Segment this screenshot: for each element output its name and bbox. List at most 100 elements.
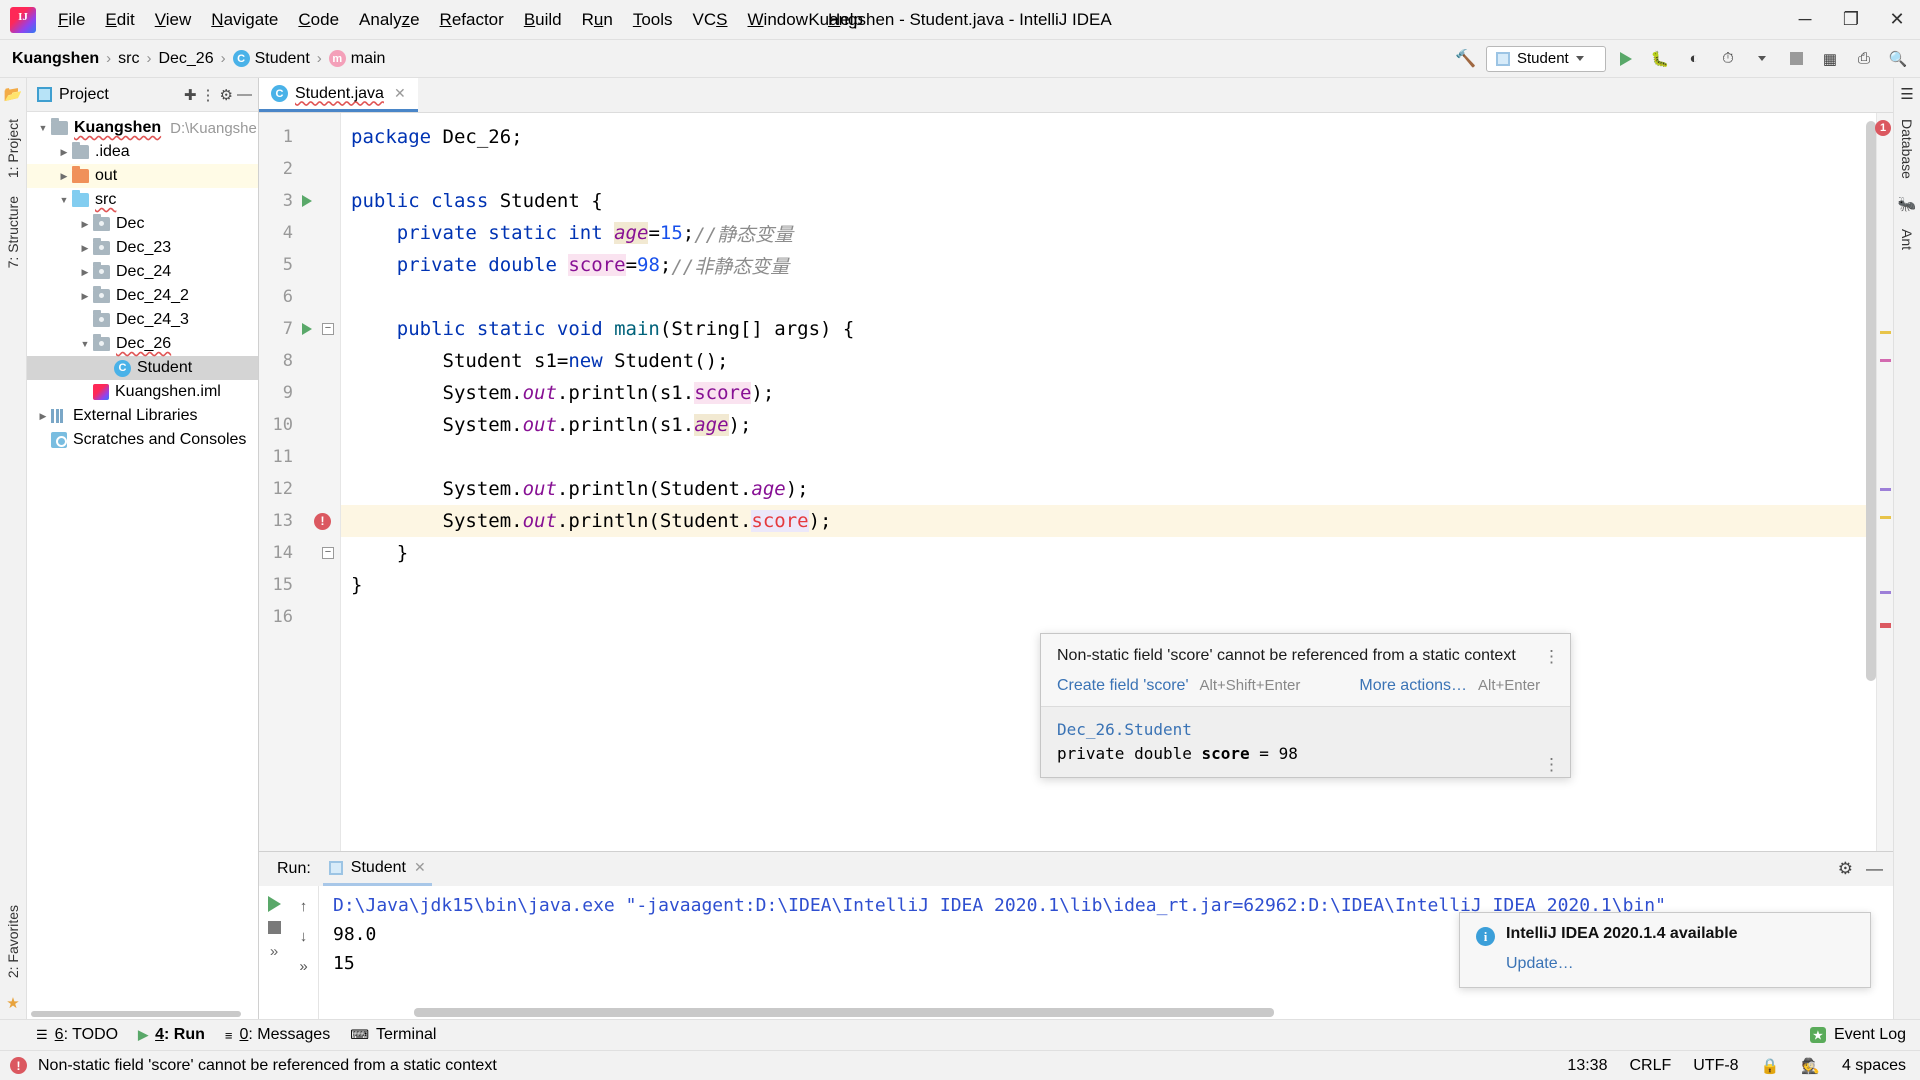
- code-line-16[interactable]: [341, 601, 1893, 633]
- gutter-line-14[interactable]: 14 −: [259, 537, 340, 569]
- collapse-all-icon[interactable]: ⋮: [201, 86, 216, 104]
- close-icon[interactable]: ✕: [414, 859, 426, 876]
- status-encoding[interactable]: UTF-8: [1693, 1057, 1738, 1075]
- tree-node-out[interactable]: ▶ out: [27, 164, 258, 188]
- tree-node-dec-24-2[interactable]: ▶ Dec_24_2: [27, 284, 258, 308]
- updates-icon[interactable]: ⎙: [1850, 45, 1878, 73]
- chevron-right-icon[interactable]: ▶: [77, 219, 93, 230]
- project-horizontal-scrollbar[interactable]: [27, 1008, 258, 1019]
- code-line-12[interactable]: System. out .println(Student. age);: [341, 473, 1893, 505]
- menu-refactor[interactable]: Refactor: [430, 5, 514, 35]
- tree-node-student[interactable]: C Student: [27, 356, 258, 380]
- gutter-line-3[interactable]: 3: [259, 185, 340, 217]
- tree-node-dec-24[interactable]: ▶ Dec_24: [27, 260, 258, 284]
- code-line-13[interactable]: System. out .println(Student. score);: [341, 505, 1893, 537]
- build-icon[interactable]: 🔨: [1452, 45, 1480, 73]
- tab-student-java[interactable]: C Student.java ✕: [259, 78, 418, 112]
- menu-build[interactable]: Build: [514, 5, 572, 35]
- menu-analyze[interactable]: Analyze: [349, 5, 430, 35]
- chevron-down-icon[interactable]: [1748, 45, 1776, 73]
- gutter-line-1[interactable]: 1: [259, 121, 340, 153]
- code-line-8[interactable]: Student s1= new Student();: [341, 345, 1893, 377]
- editor-gutter[interactable]: 1 2 3 4 5 6 7−8 9 10 11 12 13! 14−15 16: [259, 113, 341, 851]
- update-link[interactable]: Update…: [1506, 955, 1854, 973]
- code-line-11[interactable]: [341, 441, 1893, 473]
- sidebar-item-ant[interactable]: Ant: [1895, 220, 1919, 259]
- tree-node-src[interactable]: ▼ src: [27, 188, 258, 212]
- gutter-line-7[interactable]: 7−: [259, 313, 340, 345]
- create-field-action[interactable]: Create field 'score': [1057, 677, 1189, 695]
- chevron-down-icon[interactable]: ▼: [35, 123, 51, 133]
- fold-icon[interactable]: −: [322, 323, 334, 335]
- tree-node-dec-24-3[interactable]: Dec_24_3: [27, 308, 258, 332]
- rerun-icon[interactable]: [267, 896, 281, 912]
- breadcrumb-item-main[interactable]: m main: [328, 50, 385, 68]
- stop-icon[interactable]: [1782, 45, 1810, 73]
- bottom-tab-0-messages[interactable]: ≡ 0: Messages: [225, 1026, 330, 1044]
- tree-node-scratches-and-consoles[interactable]: Scratches and Consoles: [27, 428, 258, 452]
- menu-edit[interactable]: Edit: [95, 5, 144, 35]
- inspection-popup[interactable]: ⋮ Non-static field 'score' cannot be ref…: [1040, 633, 1571, 778]
- run-with-coverage-icon[interactable]: ◐: [1680, 45, 1708, 73]
- more-icon[interactable]: »: [270, 943, 278, 960]
- gutter-line-10[interactable]: 10: [259, 409, 340, 441]
- user-icon[interactable]: 🕵: [1801, 1057, 1820, 1075]
- chevron-right-icon[interactable]: ▶: [56, 147, 72, 158]
- chevron-right-icon[interactable]: ▶: [77, 291, 93, 302]
- sidebar-item-favorites[interactable]: 2: Favorites: [1, 896, 25, 987]
- close-icon[interactable]: ✕: [394, 85, 406, 102]
- bottom-tab-terminal[interactable]: ⌨ Terminal: [350, 1026, 436, 1044]
- tree-node-kuangshen[interactable]: ▼ Kuangshen D:\Kuangshe: [27, 116, 258, 140]
- fold-icon[interactable]: −: [322, 547, 334, 559]
- code-line-15[interactable]: }: [341, 569, 1893, 601]
- sidebar-item-database[interactable]: Database: [1895, 110, 1919, 188]
- menu-window[interactable]: Window: [738, 5, 818, 35]
- menu-tools[interactable]: Tools: [623, 5, 683, 35]
- hide-icon[interactable]: —: [237, 86, 252, 103]
- chevron-right-icon[interactable]: ▶: [77, 267, 93, 278]
- project-tree[interactable]: ▼ Kuangshen D:\Kuangshe ▶ .idea ▶ out ▼ src ▶ Dec ▶…: [27, 112, 258, 1008]
- scroll-down-icon[interactable]: ↓: [300, 928, 308, 945]
- gutter-line-13[interactable]: 13!: [259, 505, 340, 537]
- tree-node-dec[interactable]: ▶ Dec: [27, 212, 258, 236]
- kebab-menu-icon[interactable]: ⋮: [1543, 757, 1560, 774]
- scroll-up-icon[interactable]: ↑: [300, 898, 308, 915]
- menu-code[interactable]: Code: [288, 5, 349, 35]
- minimize-button[interactable]: ─: [1782, 0, 1828, 40]
- code-line-9[interactable]: System. out .println(s1. score);: [341, 377, 1893, 409]
- run-gutter-icon[interactable]: [302, 195, 312, 207]
- layout-icon[interactable]: ▦: [1816, 45, 1844, 73]
- bottom-tab-6-todo[interactable]: ☰ 6: TODO: [36, 1026, 118, 1044]
- error-icon[interactable]: !: [314, 512, 331, 530]
- code-line-14[interactable]: }: [341, 537, 1893, 569]
- locate-icon[interactable]: ✚: [184, 86, 197, 104]
- more-actions-link[interactable]: More actions…: [1359, 677, 1467, 695]
- tree-node--idea[interactable]: ▶ .idea: [27, 140, 258, 164]
- maximize-button[interactable]: ❐: [1828, 0, 1874, 40]
- chevron-right-icon[interactable]: ▶: [77, 243, 93, 254]
- code-line-7[interactable]: public static void main (String[] args) {: [341, 313, 1893, 345]
- debug-icon[interactable]: 🐛: [1646, 45, 1674, 73]
- gutter-line-2[interactable]: 2: [259, 153, 340, 185]
- tree-node-dec-23[interactable]: ▶ Dec_23: [27, 236, 258, 260]
- breadcrumb-item-src[interactable]: src: [118, 50, 139, 68]
- status-indent[interactable]: 4 spaces: [1842, 1057, 1906, 1075]
- tree-node-kuangshen-iml[interactable]: Kuangshen.iml: [27, 380, 258, 404]
- run-configuration-selector[interactable]: Student: [1486, 45, 1606, 72]
- profiler-icon[interactable]: ⏱: [1714, 45, 1742, 73]
- console-horizontal-scrollbar[interactable]: [414, 1008, 1274, 1017]
- code-line-6[interactable]: [341, 281, 1893, 313]
- breadcrumb-item-dec_26[interactable]: Dec_26: [158, 50, 213, 68]
- gutter-line-16[interactable]: 16: [259, 601, 340, 633]
- gear-icon[interactable]: ⚙: [1838, 859, 1853, 879]
- chevron-right-icon[interactable]: ▶: [56, 171, 72, 182]
- breadcrumb-item-kuangshen[interactable]: Kuangshen: [12, 50, 99, 68]
- lock-icon[interactable]: 🔒: [1761, 1057, 1780, 1075]
- gutter-line-9[interactable]: 9: [259, 377, 340, 409]
- gutter-line-15[interactable]: 15: [259, 569, 340, 601]
- error-marker-strip[interactable]: 1: [1875, 113, 1893, 851]
- chevron-down-icon[interactable]: ▼: [77, 339, 93, 349]
- editor-vertical-scrollbar[interactable]: [1866, 121, 1876, 761]
- menu-vcs[interactable]: VCS: [683, 5, 738, 35]
- menu-help[interactable]: Help: [818, 5, 873, 35]
